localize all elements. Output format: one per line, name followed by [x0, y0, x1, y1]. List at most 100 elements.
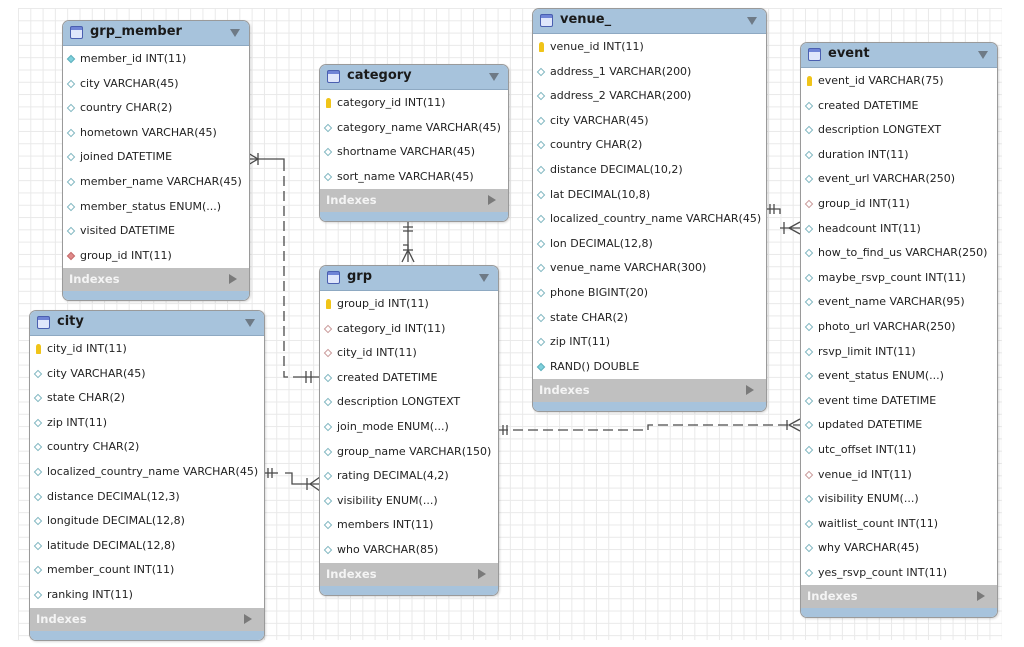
column-row[interactable]: description LONGTEXT	[801, 118, 997, 143]
relationship-grp-event[interactable]	[498, 418, 801, 435]
column-row[interactable]: member_status ENUM(...)	[63, 195, 249, 220]
expand-arrow-icon[interactable]	[488, 195, 496, 206]
collapse-toggle-icon[interactable]	[747, 17, 757, 25]
indexes-section[interactable]: Indexes	[320, 562, 498, 586]
column-row[interactable]: photo_url VARCHAR(250)	[801, 315, 997, 340]
table-header[interactable]: event	[801, 43, 997, 68]
column-row[interactable]: waitlist_count INT(11)	[801, 512, 997, 537]
column-row[interactable]: country CHAR(2)	[63, 96, 249, 121]
expand-arrow-icon[interactable]	[244, 613, 252, 624]
column-row[interactable]: member_name VARCHAR(45)	[63, 170, 249, 195]
collapse-toggle-icon[interactable]	[245, 319, 255, 327]
column-row[interactable]: group_name VARCHAR(150)	[320, 440, 498, 465]
column-row[interactable]: category_id INT(11)	[320, 317, 498, 342]
table-city[interactable]: city city_id INT(11) city VARCHAR(45) stat…	[29, 310, 265, 641]
column-row[interactable]: why VARCHAR(45)	[801, 536, 997, 561]
column-row[interactable]: venue_id INT(11)	[801, 463, 997, 488]
column-row[interactable]: RAND() DOUBLE	[533, 355, 766, 380]
column-row[interactable]: city VARCHAR(45)	[30, 362, 264, 387]
column-row[interactable]: country CHAR(2)	[30, 435, 264, 460]
relationship-category-grp[interactable]	[401, 221, 415, 263]
table-header[interactable]: city	[30, 311, 264, 336]
collapse-toggle-icon[interactable]	[978, 51, 988, 59]
indexes-section[interactable]: Indexes	[533, 379, 766, 403]
column-row[interactable]: maybe_rsvp_count INT(11)	[801, 266, 997, 291]
table-venue[interactable]: venue_ venue_id INT(11) address_1 VARCHAR…	[532, 8, 767, 413]
column-row[interactable]: localized_country_name VARCHAR(45)	[533, 207, 766, 232]
column-row[interactable]: description LONGTEXT	[320, 390, 498, 415]
expand-arrow-icon[interactable]	[229, 274, 237, 285]
table-category[interactable]: category category_id INT(11) category_nam…	[319, 64, 509, 223]
table-grp[interactable]: grp group_id INT(11) category_id INT(11) c…	[319, 265, 499, 596]
column-row[interactable]: latitude DECIMAL(12,8)	[30, 534, 264, 559]
column-row[interactable]: lon DECIMAL(12,8)	[533, 232, 766, 257]
column-row[interactable]: event_id VARCHAR(75)	[801, 69, 997, 94]
column-row[interactable]: shortname VARCHAR(45)	[320, 140, 508, 165]
column-row[interactable]: utc_offset INT(11)	[801, 438, 997, 463]
column-row[interactable]: city_id INT(11)	[30, 337, 264, 362]
column-row[interactable]: group_id INT(11)	[801, 192, 997, 217]
column-row[interactable]: members INT(11)	[320, 513, 498, 538]
column-row[interactable]: zip INT(11)	[533, 330, 766, 355]
expand-arrow-icon[interactable]	[746, 385, 754, 396]
column-row[interactable]: rating DECIMAL(4,2)	[320, 464, 498, 489]
table-event[interactable]: event event_id VARCHAR(75) created DATETI…	[800, 42, 998, 619]
column-row[interactable]: city_id INT(11)	[320, 341, 498, 366]
column-row[interactable]: venue_name VARCHAR(300)	[533, 256, 766, 281]
indexes-section[interactable]: Indexes	[320, 189, 508, 213]
column-row[interactable]: created DATETIME	[801, 94, 997, 119]
collapse-toggle-icon[interactable]	[479, 274, 489, 282]
column-row[interactable]: duration INT(11)	[801, 143, 997, 168]
indexes-section[interactable]: Indexes	[801, 585, 997, 609]
column-row[interactable]: distance DECIMAL(12,3)	[30, 485, 264, 510]
column-row[interactable]: how_to_find_us VARCHAR(250)	[801, 241, 997, 266]
column-row[interactable]: state CHAR(2)	[30, 386, 264, 411]
table-grp-member[interactable]: grp_member member_id INT(11) city VARCHAR…	[62, 20, 250, 302]
table-header[interactable]: grp_member	[63, 21, 249, 46]
column-row[interactable]: venue_id INT(11)	[533, 35, 766, 60]
column-row[interactable]: city VARCHAR(45)	[533, 109, 766, 134]
table-header[interactable]: category	[320, 65, 508, 90]
column-row[interactable]: address_2 VARCHAR(200)	[533, 84, 766, 109]
column-row[interactable]: sort_name VARCHAR(45)	[320, 165, 508, 190]
column-row[interactable]: phone BIGINT(20)	[533, 281, 766, 306]
column-row[interactable]: category_name VARCHAR(45)	[320, 116, 508, 141]
expand-arrow-icon[interactable]	[977, 591, 985, 602]
column-row[interactable]: rsvp_limit INT(11)	[801, 340, 997, 365]
column-row[interactable]: category_id INT(11)	[320, 91, 508, 116]
column-row[interactable]: headcount INT(11)	[801, 217, 997, 242]
column-row[interactable]: hometown VARCHAR(45)	[63, 121, 249, 146]
column-row[interactable]: ranking INT(11)	[30, 583, 264, 608]
column-row[interactable]: event_status ENUM(...)	[801, 364, 997, 389]
column-row[interactable]: member_id INT(11)	[63, 47, 249, 72]
column-row[interactable]: updated DATETIME	[801, 413, 997, 438]
column-row[interactable]: zip INT(11)	[30, 411, 264, 436]
column-row[interactable]: country CHAR(2)	[533, 133, 766, 158]
column-row[interactable]: yes_rsvp_count INT(11)	[801, 561, 997, 586]
column-row[interactable]: who VARCHAR(85)	[320, 538, 498, 563]
relationship-venue-event[interactable]	[766, 204, 801, 235]
column-row[interactable]: join_mode ENUM(...)	[320, 415, 498, 440]
collapse-toggle-icon[interactable]	[489, 73, 499, 81]
column-row[interactable]: created DATETIME	[320, 366, 498, 391]
column-row[interactable]: address_1 VARCHAR(200)	[533, 60, 766, 85]
table-header[interactable]: venue_	[533, 9, 766, 34]
column-row[interactable]: member_count INT(11)	[30, 558, 264, 583]
column-row[interactable]: event time DATETIME	[801, 389, 997, 414]
column-row[interactable]: group_id INT(11)	[63, 244, 249, 269]
column-row[interactable]: visited DATETIME	[63, 219, 249, 244]
column-row[interactable]: lat DECIMAL(10,8)	[533, 183, 766, 208]
expand-arrow-icon[interactable]	[478, 568, 486, 579]
relationship-city-grp[interactable]	[264, 468, 321, 492]
column-row[interactable]: event_name VARCHAR(95)	[801, 290, 997, 315]
column-row[interactable]: joined DATETIME	[63, 145, 249, 170]
column-row[interactable]: state CHAR(2)	[533, 306, 766, 331]
column-row[interactable]: localized_country_name VARCHAR(45)	[30, 460, 264, 485]
collapse-toggle-icon[interactable]	[230, 29, 240, 37]
indexes-section[interactable]: Indexes	[30, 607, 264, 631]
table-header[interactable]: grp	[320, 266, 498, 291]
column-row[interactable]: event_url VARCHAR(250)	[801, 167, 997, 192]
column-row[interactable]: visibility ENUM(...)	[801, 487, 997, 512]
column-row[interactable]: city VARCHAR(45)	[63, 72, 249, 97]
column-row[interactable]: group_id INT(11)	[320, 292, 498, 317]
